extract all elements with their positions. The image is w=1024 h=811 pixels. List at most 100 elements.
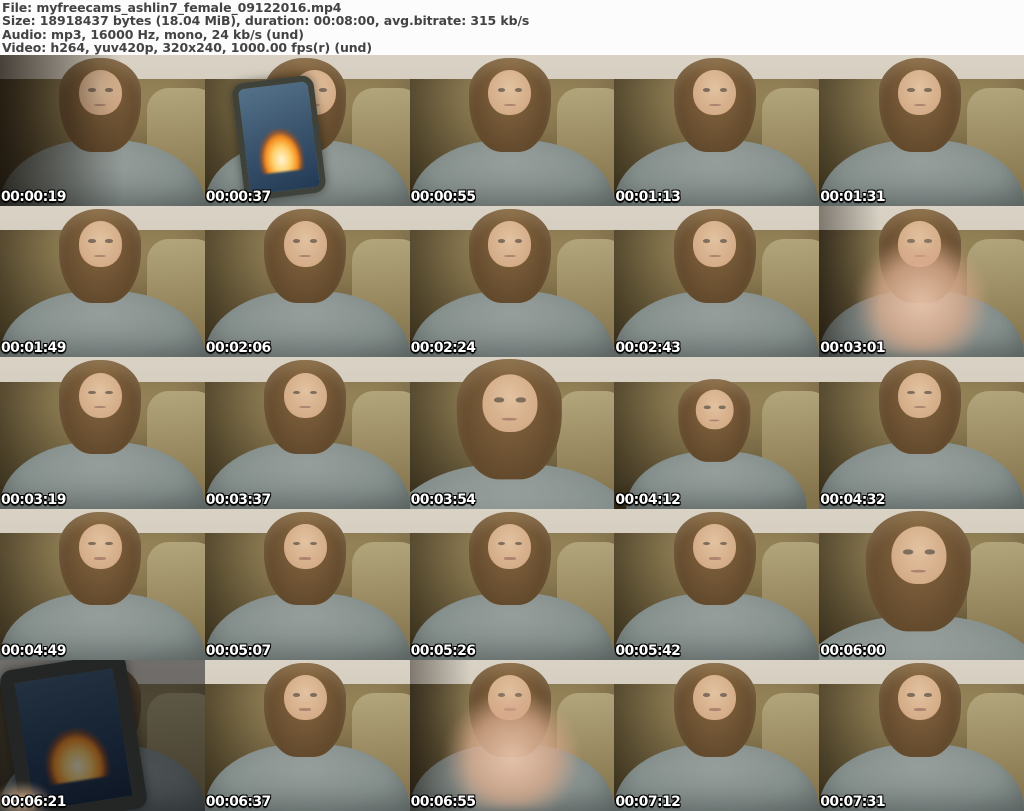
video-thumbnail: 00:03:54 <box>409 357 615 509</box>
timestamp-label: 00:02:43 <box>615 340 681 357</box>
timestamp-label: 00:00:37 <box>205 189 271 206</box>
timestamp-label: 00:04:12 <box>615 491 681 508</box>
person-figure <box>614 206 820 358</box>
person-figure <box>204 206 410 358</box>
timestamp-label: 00:02:24 <box>410 340 476 357</box>
video-thumbnail: 00:02:24 <box>409 206 615 358</box>
person-face <box>693 523 737 570</box>
video-thumbnail: 00:05:07 <box>204 508 410 660</box>
timestamp-label: 00:00:55 <box>410 189 476 206</box>
thumbnail-grid: 00:00:19 00:00:37 00:00:55 00:01:13 00:0… <box>0 55 1024 811</box>
video-thumbnail: 00:01:49 <box>0 206 205 358</box>
video-thumbnail: 00:02:43 <box>614 206 820 358</box>
video-thumbnail: 00:07:12 <box>614 659 820 811</box>
timestamp-label: 00:03:54 <box>410 491 476 508</box>
person-figure <box>409 206 615 358</box>
video-thumbnail: 00:07:31 <box>819 659 1024 811</box>
person-face <box>693 221 737 267</box>
person-face <box>488 70 532 116</box>
video-thumbnail: 00:06:55 <box>409 659 615 811</box>
timestamp-label: 00:07:31 <box>820 793 886 810</box>
person-figure <box>409 55 615 207</box>
timestamp-label: 00:02:06 <box>205 340 271 357</box>
person-figure <box>614 55 820 207</box>
shadow-overlay <box>409 659 615 811</box>
timestamp-label: 00:04:49 <box>1 642 66 659</box>
shadow-overlay <box>0 55 205 207</box>
fire-image <box>255 127 305 175</box>
video-thumbnail: 00:04:12 <box>614 357 820 509</box>
person-face <box>78 523 122 570</box>
video-thumbnail: 00:04:49 <box>0 508 205 660</box>
video-thumbnail: 00:06:37 <box>204 659 410 811</box>
person-figure <box>204 357 410 509</box>
person-face <box>898 70 942 116</box>
person-figure <box>819 55 1024 207</box>
timestamp-label: 00:06:21 <box>1 793 66 810</box>
timestamp-label: 00:05:07 <box>205 642 271 659</box>
video-thumbnail: 00:02:06 <box>204 206 410 358</box>
person-figure <box>409 509 615 660</box>
person-figure <box>614 509 820 660</box>
person-figure <box>0 206 205 358</box>
person-face <box>693 70 737 116</box>
video-thumbnail: 00:04:32 <box>819 357 1024 509</box>
timestamp-label: 00:07:12 <box>615 793 681 810</box>
timestamp-label: 00:04:32 <box>820 491 886 508</box>
timestamp-label: 00:00:19 <box>1 189 66 206</box>
timestamp-label: 00:03:19 <box>1 491 66 508</box>
person-face <box>78 221 122 267</box>
timestamp-label: 00:03:01 <box>820 340 886 357</box>
person-face <box>283 523 327 570</box>
shadow-overlay <box>819 206 1024 358</box>
timestamp-label: 00:06:00 <box>820 642 886 659</box>
media-info-header: File: myfreecams_ashlin7_female_09122016… <box>0 0 1024 55</box>
person-face <box>696 390 734 431</box>
person-face <box>283 372 327 418</box>
timestamp-label: 00:01:13 <box>615 189 681 206</box>
timestamp-label: 00:05:26 <box>410 642 476 659</box>
timestamp-label: 00:06:37 <box>205 793 271 810</box>
video-thumbnail: 00:06:00 <box>819 508 1024 660</box>
person-figure <box>204 509 410 660</box>
timestamp-label: 00:05:42 <box>615 642 681 659</box>
video-thumbnail: 00:01:31 <box>819 55 1024 207</box>
video-contact-sheet: File: myfreecams_ashlin7_female_09122016… <box>0 0 1024 811</box>
audio-info-line: Audio: mp3, 16000 Hz, mono, 24 kb/s (und… <box>2 26 304 42</box>
file-size-line: Size: 18918437 bytes (18.04 MiB), durati… <box>2 13 530 29</box>
person-face <box>283 674 327 721</box>
person-face <box>891 526 947 585</box>
person-figure <box>204 660 410 811</box>
person-face <box>481 374 537 433</box>
timestamp-label: 00:06:55 <box>410 793 476 810</box>
video-thumbnail: 00:00:55 <box>409 55 615 207</box>
person-figure <box>614 660 820 811</box>
person-figure <box>819 357 1024 509</box>
video-thumbnail: 00:05:42 <box>614 508 820 660</box>
person-figure <box>626 377 807 509</box>
timestamp-label: 00:01:31 <box>820 189 886 206</box>
person-figure <box>409 357 615 509</box>
person-figure <box>819 660 1024 811</box>
video-thumbnail: 00:03:01 <box>819 206 1024 358</box>
person-figure <box>0 509 205 660</box>
person-figure <box>0 357 205 509</box>
video-thumbnail: 00:00:37 <box>204 55 410 207</box>
video-thumbnail: 00:01:13 <box>614 55 820 207</box>
timestamp-label: 00:01:49 <box>1 340 66 357</box>
tablet-device <box>230 74 327 202</box>
video-thumbnail: 00:03:37 <box>204 357 410 509</box>
person-face <box>898 372 942 418</box>
person-face <box>78 372 122 418</box>
video-info-line: Video: h264, yuv420p, 320x240, 1000.00 f… <box>2 40 373 56</box>
video-thumbnail: 00:06:21 <box>0 659 205 811</box>
person-figure <box>819 509 1024 660</box>
person-face <box>283 221 327 267</box>
person-face <box>488 523 532 570</box>
video-thumbnail: 00:05:26 <box>409 508 615 660</box>
video-thumbnail: 00:03:19 <box>0 357 205 509</box>
person-face <box>693 674 737 721</box>
person-face <box>488 221 532 267</box>
person-face <box>898 674 942 721</box>
video-thumbnail: 00:00:19 <box>0 55 205 207</box>
